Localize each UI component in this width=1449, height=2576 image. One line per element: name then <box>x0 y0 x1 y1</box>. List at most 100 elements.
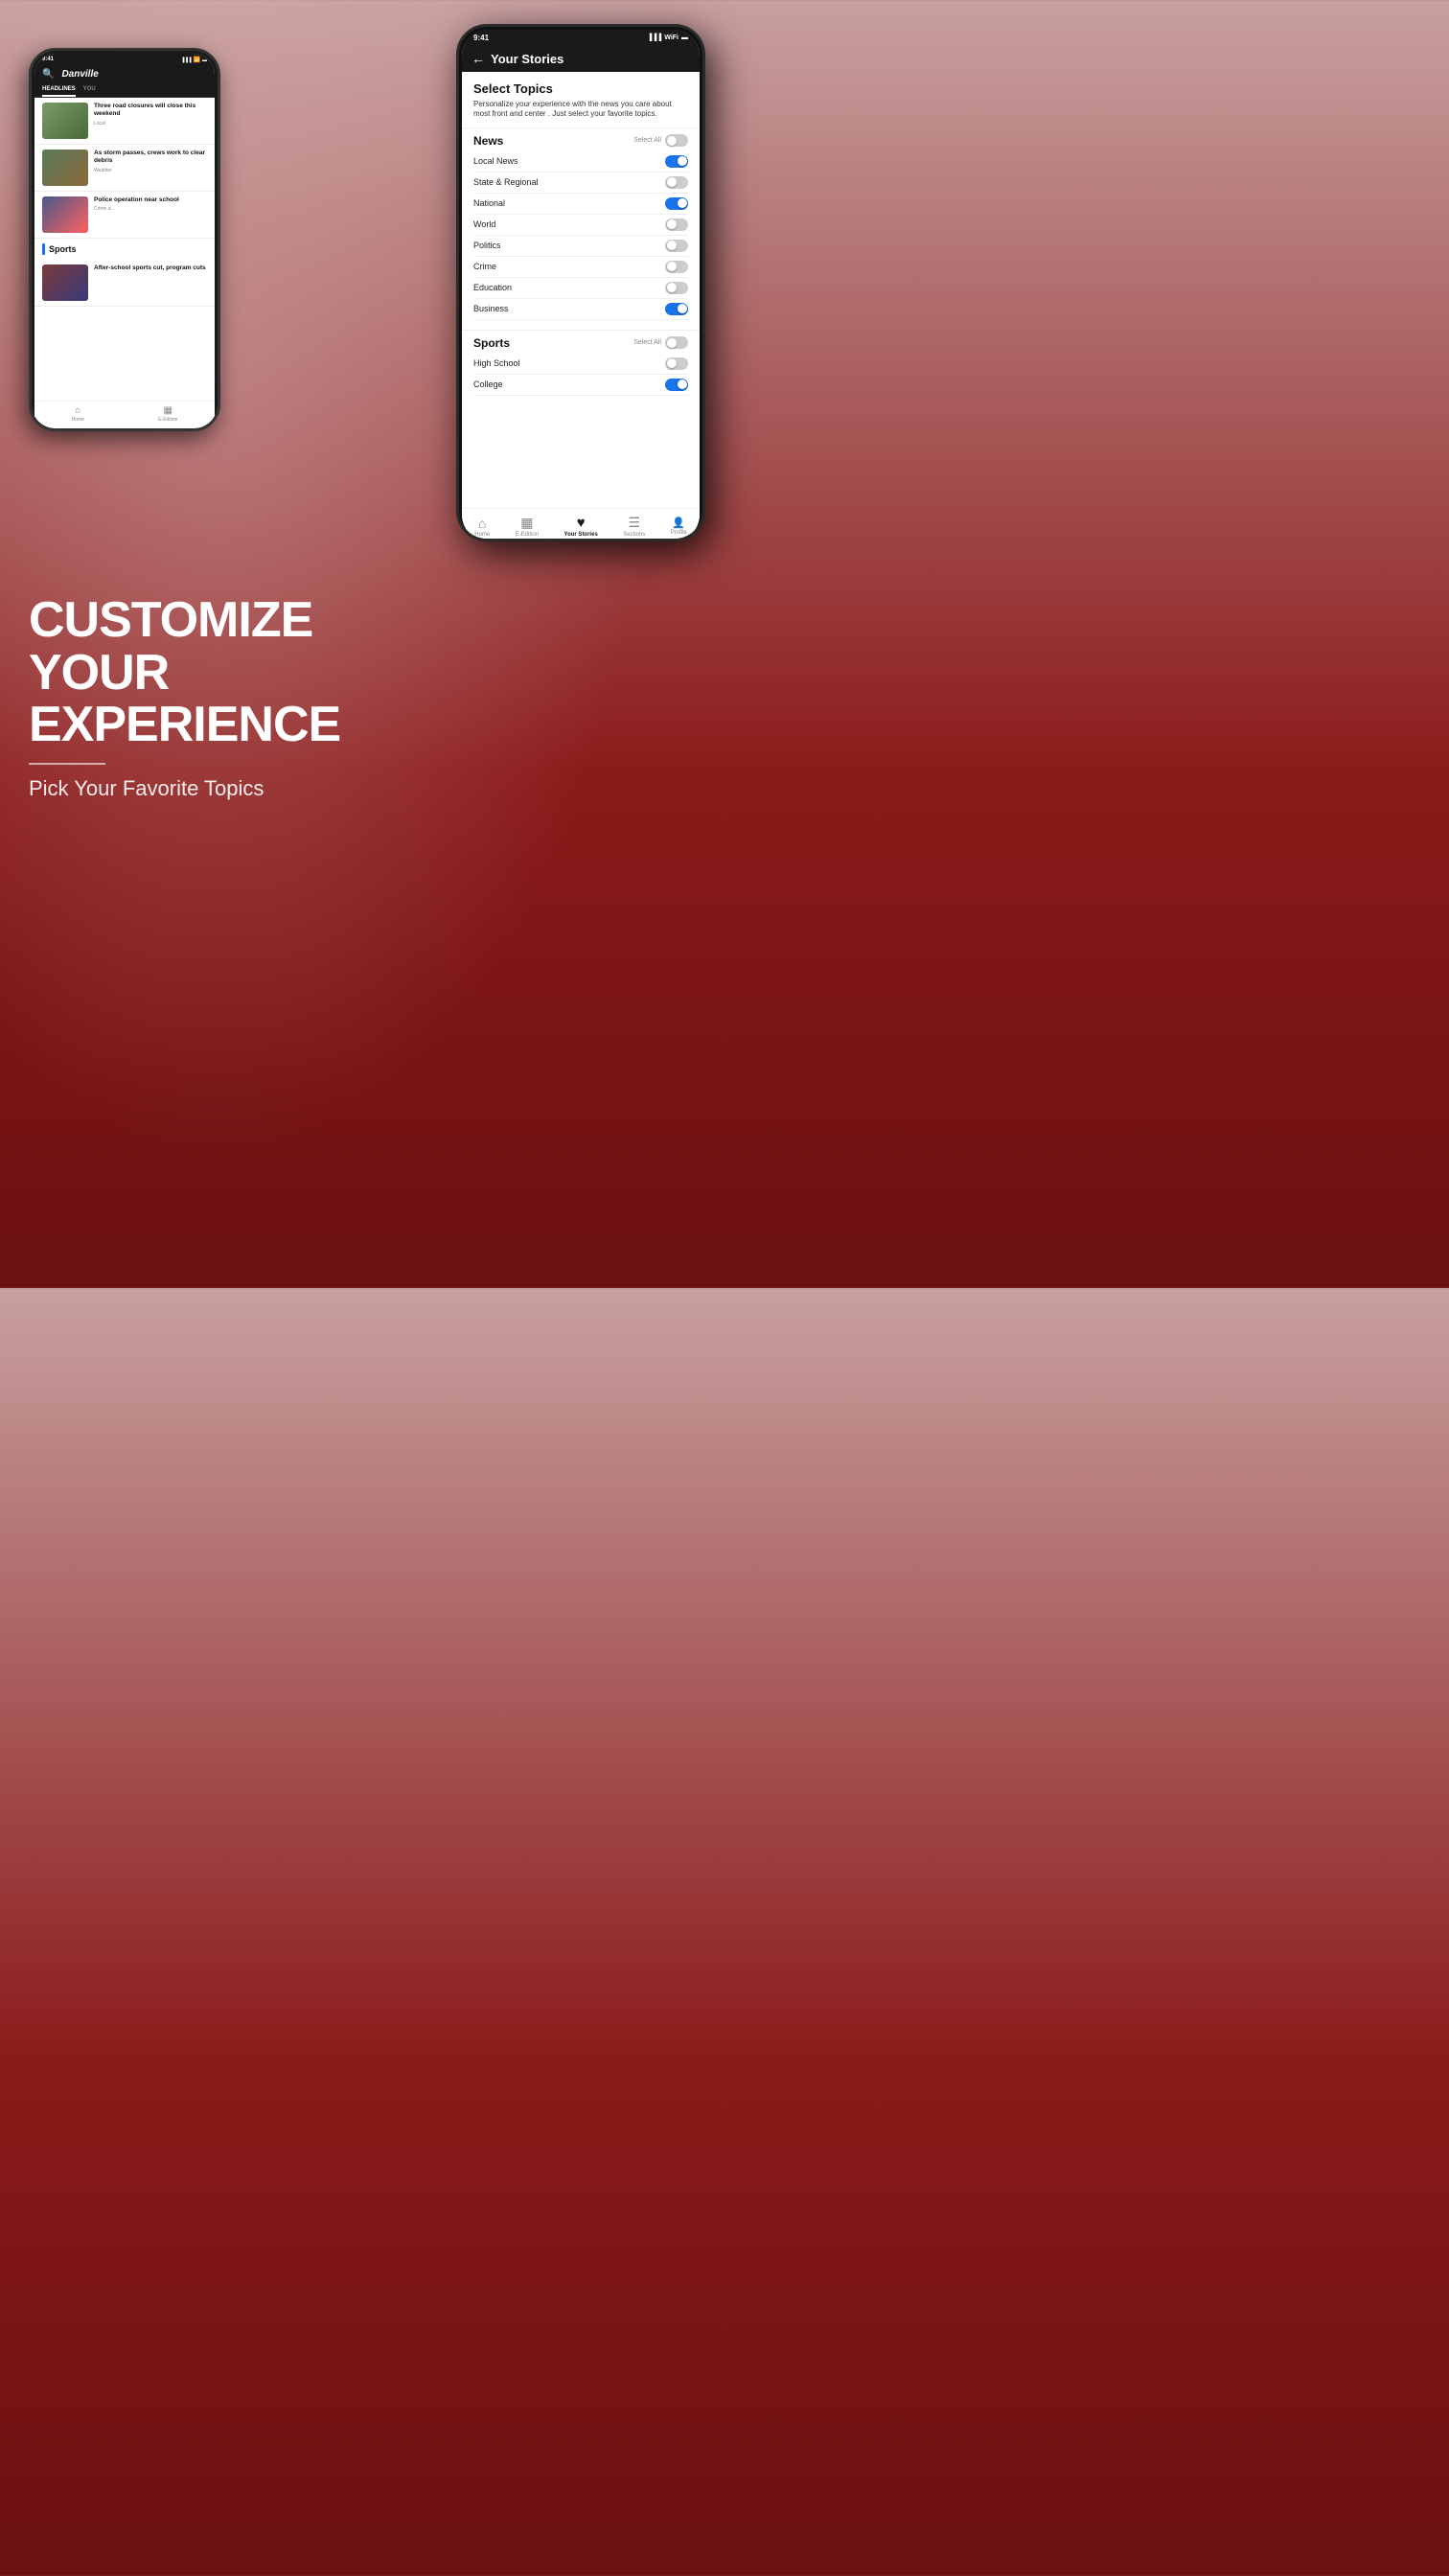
sections-icon: ☰ <box>628 515 640 531</box>
toggle-business[interactable]: Business <box>473 299 688 320</box>
high-school-label: High School <box>473 358 520 368</box>
local-news-label: Local News <box>473 156 518 166</box>
toggle-education[interactable]: Education <box>473 278 688 299</box>
page-title: Your Stories <box>491 52 564 66</box>
back-news-tag-1: Local <box>94 121 207 126</box>
back-tab-you[interactable]: YOU <box>83 83 96 97</box>
nav-profile[interactable]: 👤 Profile <box>671 517 687 536</box>
national-label: National <box>473 198 505 208</box>
college-knob <box>678 380 687 389</box>
back-sports-header: Sports <box>34 239 215 260</box>
back-news-text-1: Three road closures will close this week… <box>94 103 207 126</box>
screen-content: Select Topics Personalize your experienc… <box>462 72 700 508</box>
back-sports-caption: After-school sports cut, program cuts <box>94 264 207 272</box>
back-status-bar: 9:41 ▐▐▐ 📶 ▬ <box>34 54 215 65</box>
college-label: College <box>473 380 503 389</box>
toggle-college[interactable]: College <box>473 375 688 396</box>
back-search-icon[interactable]: 🔍 <box>42 69 54 80</box>
sports-category-section: Sports Select All High School <box>462 330 700 402</box>
back-news-thumb-2 <box>42 150 88 186</box>
back-news-item-2[interactable]: As storm passes, crews work to clear deb… <box>34 145 215 192</box>
promo-line3-text: EXPERIENCE <box>29 697 340 752</box>
back-sports-item[interactable]: After-school sports cut, program cuts <box>34 260 215 307</box>
select-topics-title: Select Topics <box>473 81 688 96</box>
back-home-label: Home <box>72 417 84 423</box>
high-school-toggle[interactable] <box>665 357 688 370</box>
back-section-bar <box>42 243 45 255</box>
back-tab-headlines[interactable]: HEADLINES <box>42 83 76 97</box>
world-knob <box>667 219 677 229</box>
back-eedition-label: E-Edition <box>158 417 177 423</box>
back-news-title-2: As storm passes, crews work to clear deb… <box>94 150 207 166</box>
profile-nav-label: Profile <box>671 530 687 536</box>
national-toggle[interactable] <box>665 197 688 210</box>
back-news-tag-3: Crime a... <box>94 206 207 212</box>
profile-icon: 👤 <box>672 517 685 529</box>
back-sports-thumb <box>42 264 88 301</box>
business-knob <box>678 304 687 313</box>
world-toggle[interactable] <box>665 218 688 231</box>
back-arrow-icon[interactable]: ← <box>472 51 485 66</box>
politics-toggle[interactable] <box>665 240 688 252</box>
nav-sections[interactable]: ☰ Sections <box>623 515 645 538</box>
front-status-time: 9:41 <box>473 34 489 42</box>
promo-subline: Pick Your Favorite Topics <box>29 776 696 801</box>
news-category-title: News <box>473 134 503 148</box>
politics-knob <box>667 241 677 250</box>
crime-toggle[interactable] <box>665 261 688 273</box>
back-danville-logo: Danville <box>61 69 98 80</box>
front-phone-side-buttons <box>704 104 705 171</box>
nav-eedition[interactable]: ▦ E-Edition <box>516 515 539 538</box>
politics-label: Politics <box>473 241 501 250</box>
phone-front: 9:41 ▐▐▐ WiFi ▬ ← Your Stories Select To… <box>456 24 705 541</box>
business-label: Business <box>473 304 509 313</box>
state-regional-toggle[interactable] <box>665 176 688 189</box>
back-nav-eedition[interactable]: ▦ E-Edition <box>158 405 177 423</box>
toggle-politics[interactable]: Politics <box>473 236 688 257</box>
eedition-icon: ▦ <box>520 515 533 531</box>
sports-select-all-label: Select All <box>633 339 661 346</box>
back-app-header: 🔍 Danville <box>34 65 215 83</box>
local-news-knob <box>678 156 687 166</box>
news-category-header: News Select All <box>473 134 688 148</box>
world-label: World <box>473 219 495 229</box>
toggle-national[interactable]: National <box>473 194 688 215</box>
news-select-all-container: Select All <box>633 134 688 147</box>
back-news-item-1[interactable]: Three road closures will close this week… <box>34 98 215 145</box>
back-sports-title: Sports <box>49 244 77 254</box>
nav-your-stories[interactable]: ♥ Your Stories <box>564 515 598 538</box>
back-news-thumb-3 <box>42 196 88 233</box>
crime-label: Crime <box>473 262 496 271</box>
sports-select-all-knob <box>667 338 677 348</box>
education-label: Education <box>473 283 512 292</box>
news-select-all-toggle[interactable] <box>665 134 688 147</box>
national-knob <box>678 198 687 208</box>
college-toggle[interactable] <box>665 379 688 391</box>
back-news-title-3: Police operation near school <box>94 196 207 204</box>
back-home-icon: ⌂ <box>75 405 80 416</box>
back-eedition-icon: ▦ <box>164 405 172 416</box>
education-toggle[interactable] <box>665 282 688 294</box>
phones-showcase: 9:41 ▐▐▐ 📶 ▬ 🔍 Danville HEADLINES YOU <box>0 19 724 556</box>
back-nav-home[interactable]: ⌂ Home <box>72 405 84 423</box>
back-news-thumb-1 <box>42 103 88 139</box>
bottom-navigation: ⌂ Home ▦ E-Edition ♥ Your Stories ☰ Sect… <box>462 508 700 541</box>
back-news-text-3: Police operation near school Crime a... <box>94 196 207 212</box>
back-news-item-3[interactable]: Police operation near school Crime a... <box>34 192 215 239</box>
toggle-state-regional[interactable]: State & Regional <box>473 172 688 194</box>
toggle-crime[interactable]: Crime <box>473 257 688 278</box>
sports-select-all-container: Select All <box>633 336 688 349</box>
toggle-high-school[interactable]: High School <box>473 354 688 375</box>
local-news-toggle[interactable] <box>665 155 688 168</box>
toggle-world[interactable]: World <box>473 215 688 236</box>
nav-home[interactable]: ⌂ Home <box>474 516 490 538</box>
phone-notch <box>562 37 600 43</box>
back-news-title-1: Three road closures will close this week… <box>94 103 207 119</box>
promo-text-area: CUSTOMIZE YOUR EXPERIENCE Pick Your Favo… <box>0 565 724 820</box>
toggle-local-news[interactable]: Local News <box>473 151 688 172</box>
select-topics-desc: Personalize your experience with the new… <box>473 100 688 120</box>
sports-select-all-toggle[interactable] <box>665 336 688 349</box>
state-regional-knob <box>667 177 677 187</box>
high-school-knob <box>667 358 677 368</box>
business-toggle[interactable] <box>665 303 688 315</box>
